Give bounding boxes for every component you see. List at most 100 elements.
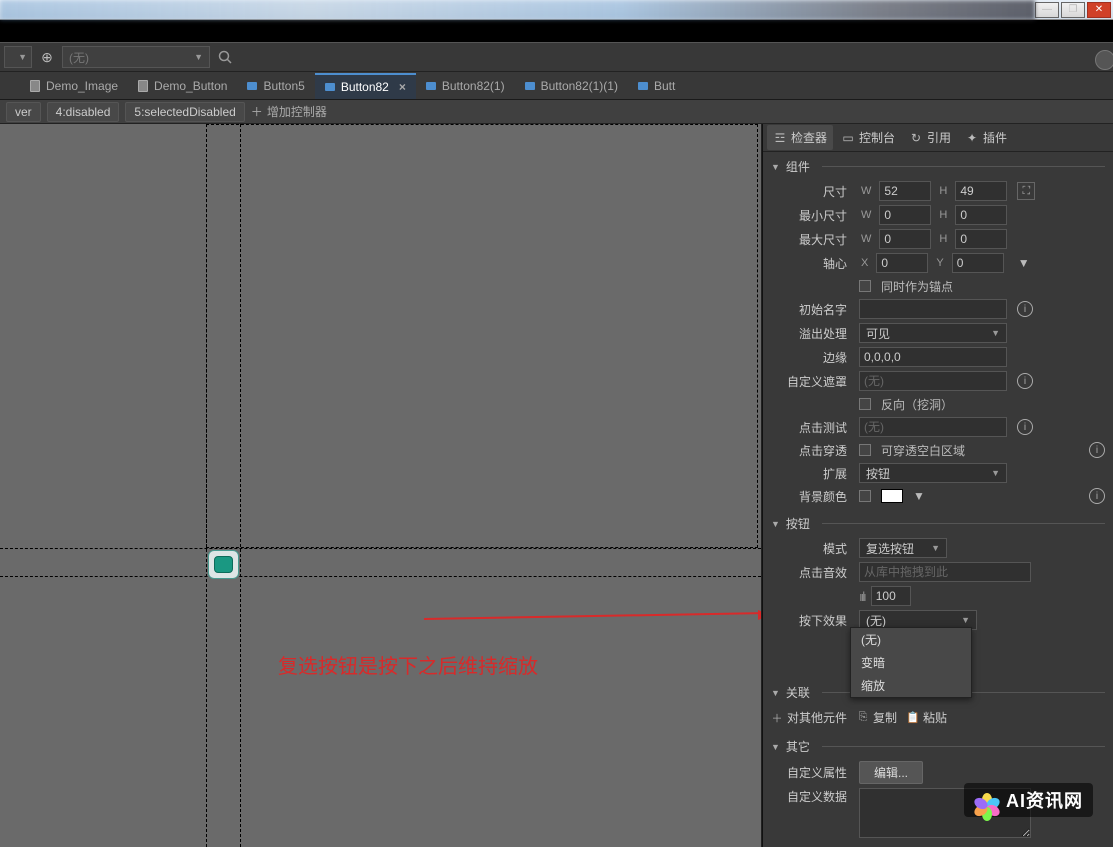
- annotation-arrow-line: [424, 612, 762, 620]
- main-area: 复选按钮是按下之后维持缩放 ☲检查器 ▭控制台 ↻引用 ✦插件 组件 尺寸 W …: [0, 124, 1113, 847]
- bgcolor-checkbox[interactable]: [859, 490, 871, 502]
- titlebar-blur: [0, 0, 1035, 20]
- label-size: 尺寸: [763, 183, 853, 200]
- selection-outline: [206, 124, 758, 548]
- label-pivot: 轴心: [763, 255, 853, 272]
- checkbox-component[interactable]: [208, 550, 239, 579]
- inspector-tab-console[interactable]: ▭控制台: [835, 125, 901, 150]
- label-press-effect: 按下效果: [763, 612, 853, 629]
- through-checkbox[interactable]: [859, 444, 871, 456]
- label-margin: 边缘: [763, 349, 853, 366]
- ruler-line-h2: [0, 576, 761, 577]
- inspector-tab-plugins[interactable]: ✦插件: [959, 125, 1013, 150]
- input-height[interactable]: [955, 181, 1007, 201]
- inspector-tab-inspector[interactable]: ☲检查器: [767, 125, 833, 150]
- fullscreen-icon[interactable]: ⛶: [1017, 182, 1035, 200]
- document-tabs: Demo_Image Demo_Button Button5 Button82×…: [0, 72, 1113, 100]
- option-darken[interactable]: 变暗: [851, 651, 971, 674]
- state-over[interactable]: ver: [6, 102, 41, 122]
- label-bgcolor: 背景颜色: [763, 488, 853, 505]
- input-max-h[interactable]: [955, 229, 1007, 249]
- console-icon: ▭: [841, 131, 855, 145]
- label-mask: 自定义遮罩: [763, 373, 853, 390]
- copy-button[interactable]: ⎘复制: [857, 709, 897, 726]
- label-init-name: 初始名字: [763, 301, 853, 318]
- label-through: 点击穿透: [763, 442, 853, 459]
- close-button[interactable]: ✕: [1087, 2, 1111, 18]
- input-width[interactable]: [879, 181, 931, 201]
- plus-icon: ＋: [251, 103, 263, 120]
- watermark-logo: AI资讯网: [964, 783, 1093, 817]
- tab-demo-image[interactable]: Demo_Image: [20, 73, 128, 99]
- extend-dropdown[interactable]: 按钮▼: [859, 463, 1007, 483]
- minimize-button[interactable]: —: [1035, 2, 1059, 18]
- logo-text: AI资讯网: [1006, 787, 1083, 813]
- bgcolor-swatch[interactable]: [881, 489, 903, 503]
- section-component[interactable]: 组件: [763, 154, 1113, 179]
- info-icon-mask[interactable]: i: [1017, 373, 1033, 389]
- label-custom-prop: 自定义属性: [763, 764, 853, 781]
- label-mode: 模式: [763, 540, 853, 557]
- reverse-checkbox[interactable]: [859, 398, 871, 410]
- input-pivot-x[interactable]: [876, 253, 928, 273]
- tab-butt[interactable]: Butt: [628, 73, 685, 99]
- through-text: 可穿透空白区域: [881, 442, 965, 459]
- toolbar-dropdown-1[interactable]: ▼: [4, 46, 32, 68]
- section-other[interactable]: 其它: [763, 734, 1113, 759]
- label-custom-data: 自定义数据: [763, 788, 853, 805]
- overflow-dropdown[interactable]: 可见▼: [859, 323, 1007, 343]
- mask-field[interactable]: (无): [859, 371, 1007, 391]
- edit-properties-button[interactable]: 编辑...: [859, 761, 923, 784]
- label-min-size: 最小尺寸: [763, 207, 853, 224]
- spacer-strip: [0, 20, 1113, 42]
- mode-dropdown[interactable]: 复选按钮▼: [859, 538, 947, 558]
- globe-icon[interactable]: ⊕: [38, 48, 56, 66]
- refs-icon: ↻: [909, 131, 923, 145]
- input-pivot-y[interactable]: [952, 253, 1004, 273]
- tab-button82-1-1[interactable]: Button82(1)(1): [515, 73, 628, 99]
- input-margin[interactable]: [859, 347, 1007, 367]
- state-selected-disabled[interactable]: 5:selectedDisabled: [125, 102, 244, 122]
- anchor-label: 同时作为锚点: [881, 278, 953, 295]
- state-disabled[interactable]: 4:disabled: [47, 102, 120, 122]
- copy-icon: ⎘: [857, 712, 869, 724]
- top-toolbar: ▼ ⊕ (无) ▼: [0, 42, 1113, 72]
- tab-demo-button[interactable]: Demo_Button: [128, 73, 237, 99]
- volume-input[interactable]: [871, 586, 911, 606]
- search-icon[interactable]: [216, 48, 234, 66]
- toolbar-select-none[interactable]: (无) ▼: [62, 46, 210, 68]
- volume-icon: ıılı: [859, 589, 865, 604]
- input-min-w[interactable]: [879, 205, 931, 225]
- tab-close-icon[interactable]: ×: [399, 80, 406, 94]
- add-controller-button[interactable]: ＋ 增加控制器: [251, 103, 327, 120]
- maximize-button[interactable]: ❐: [1061, 2, 1085, 18]
- sound-field[interactable]: 从库中拖拽到此: [859, 562, 1031, 582]
- tab-button82[interactable]: Button82×: [315, 73, 416, 99]
- input-init-name[interactable]: [859, 299, 1007, 319]
- inspector-tab-refs[interactable]: ↻引用: [903, 125, 957, 150]
- anchor-checkbox[interactable]: [859, 280, 871, 292]
- press-effect-options: (无) 变暗 缩放: [850, 627, 972, 698]
- option-scale[interactable]: 缩放: [851, 674, 971, 697]
- input-min-h[interactable]: [955, 205, 1007, 225]
- user-avatar-icon[interactable]: [1095, 50, 1113, 70]
- option-none[interactable]: (无): [851, 628, 971, 651]
- label-sound: 点击音效: [763, 564, 853, 581]
- hittest-field[interactable]: (无): [859, 417, 1007, 437]
- info-icon-through[interactable]: i: [1089, 442, 1105, 458]
- toolbar-select-label: (无): [69, 49, 89, 66]
- canvas[interactable]: 复选按钮是按下之后维持缩放: [0, 124, 762, 847]
- tab-button82-1[interactable]: Button82(1): [416, 73, 515, 99]
- info-icon[interactable]: i: [1017, 301, 1033, 317]
- tab-button5[interactable]: Button5: [237, 73, 314, 99]
- info-icon-bg[interactable]: i: [1089, 488, 1105, 504]
- annotation-text: 复选按钮是按下之后维持缩放: [278, 650, 538, 679]
- paste-button[interactable]: 📋粘贴: [907, 709, 947, 726]
- label-hittest: 点击测试: [763, 419, 853, 436]
- pivot-dropdown-icon[interactable]: ▼: [1018, 256, 1030, 270]
- input-max-w[interactable]: [879, 229, 931, 249]
- bgcolor-dropdown-icon[interactable]: ▼: [913, 489, 925, 503]
- info-icon-hit[interactable]: i: [1017, 419, 1033, 435]
- section-button[interactable]: 按钮: [763, 511, 1113, 536]
- add-relation-button[interactable]: ＋对其他元件: [771, 709, 847, 726]
